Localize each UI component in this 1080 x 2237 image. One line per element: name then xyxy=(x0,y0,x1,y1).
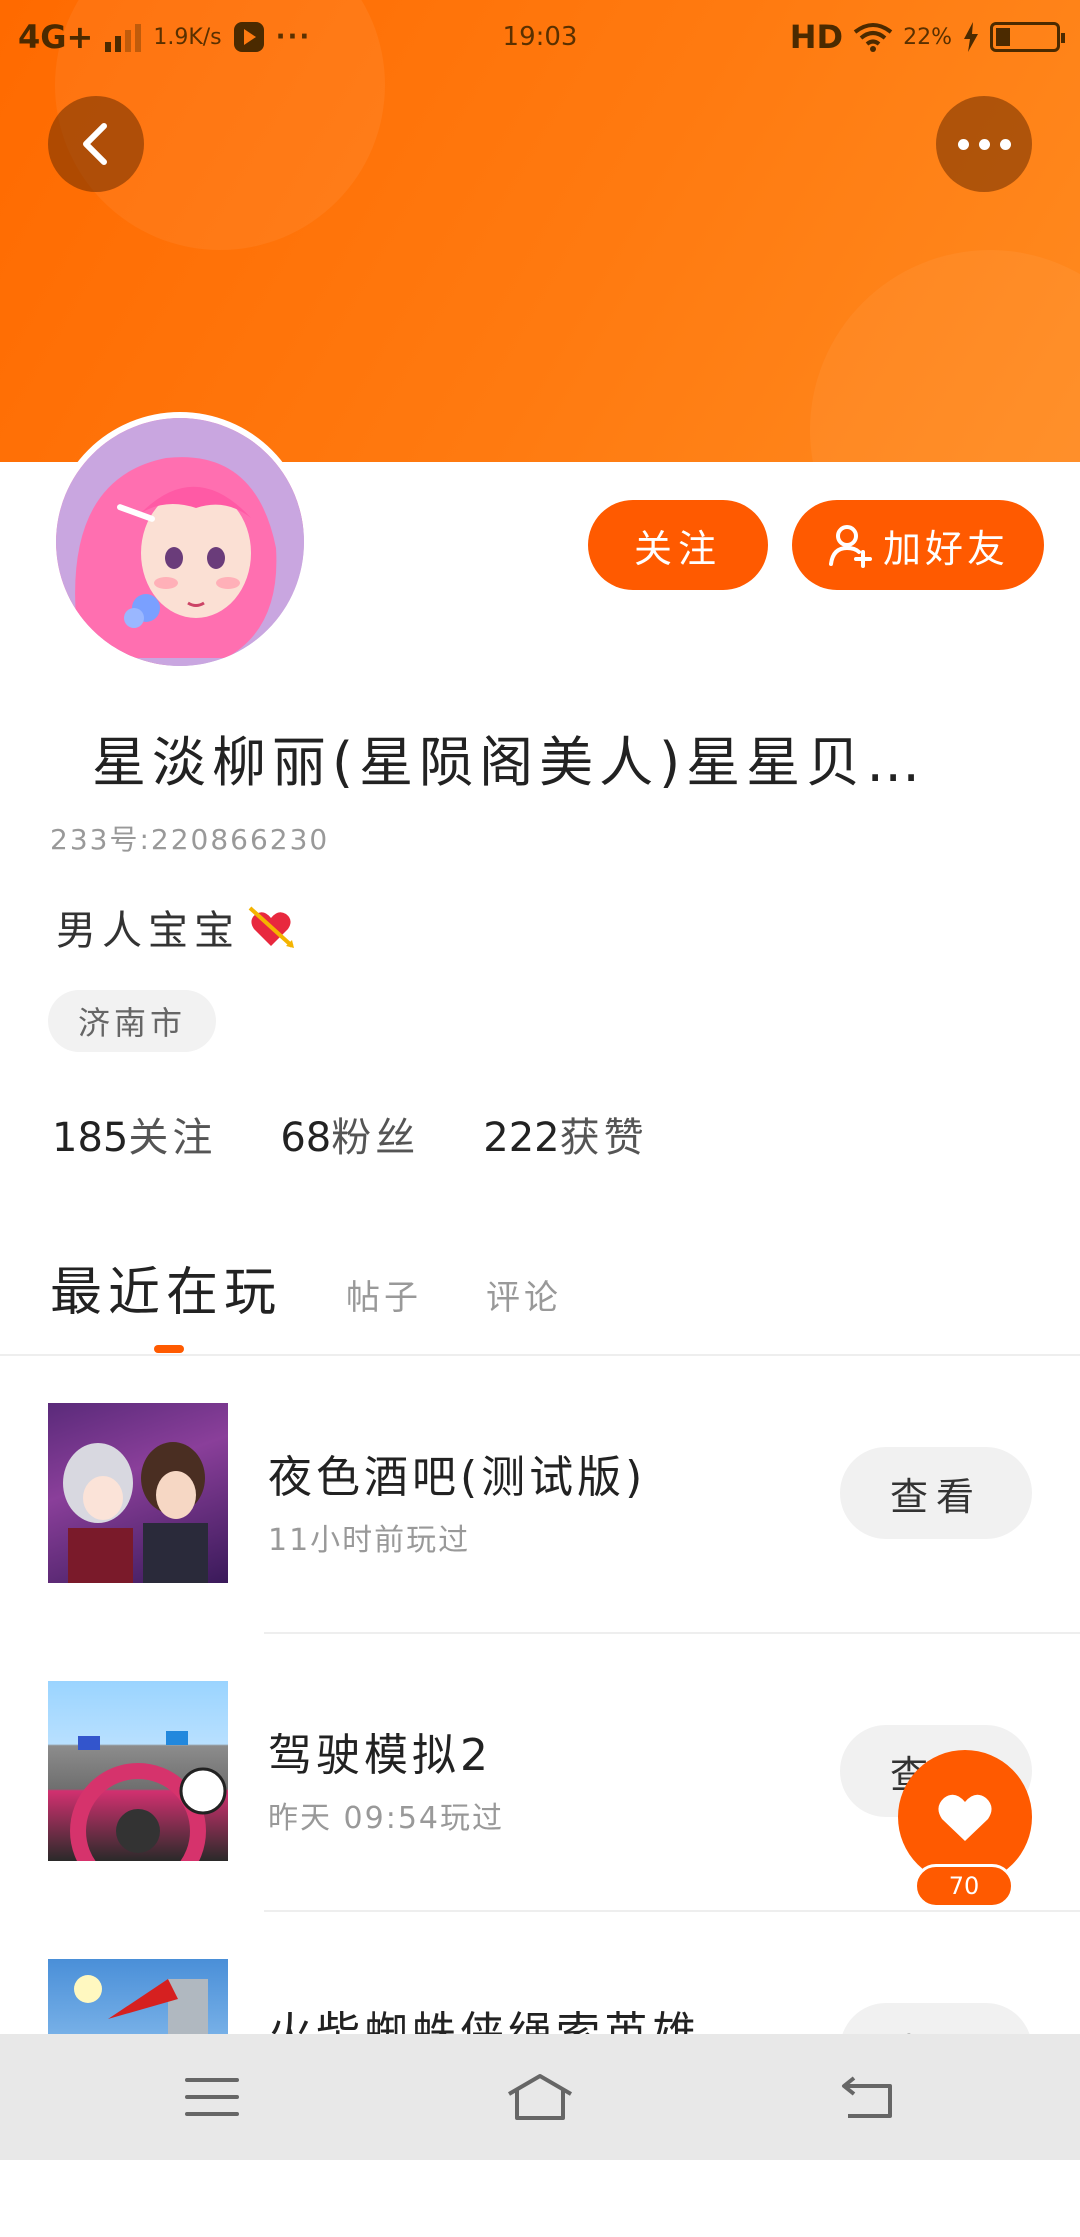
more-dots-icon xyxy=(957,138,1011,150)
stat-label: 粉丝 xyxy=(331,1115,420,1161)
active-tab-indicator xyxy=(154,1345,184,1353)
battery-percent: 22% xyxy=(903,24,952,50)
add-friend-button[interactable]: 加好友 xyxy=(792,500,1044,590)
game-thumbnail-art xyxy=(70,1731,227,1861)
stat-label: 获赞 xyxy=(559,1115,648,1161)
system-navigation-bar xyxy=(0,2034,1080,2160)
profile-bio: 男人宝宝 xyxy=(56,898,296,956)
tab-comments[interactable]: 评论 xyxy=(486,1270,562,1325)
game-title: 驾驶模拟2 xyxy=(268,1730,492,1781)
add-friend-label: 加好友 xyxy=(882,526,1009,571)
game-thumbnail xyxy=(48,1681,228,1861)
avatar-illustration xyxy=(56,418,304,666)
follow-button[interactable]: 关注 xyxy=(588,500,768,590)
system-back-button[interactable] xyxy=(828,2064,908,2130)
game-thumbnail-art xyxy=(63,1442,208,1583)
stat-number: 222 xyxy=(483,1115,560,1161)
view-game-button[interactable]: 查看 xyxy=(840,1447,1032,1539)
home-icon xyxy=(507,2074,573,2120)
avatar[interactable] xyxy=(50,412,310,672)
game-last-played: 昨天 09:54玩过 xyxy=(268,1801,504,1836)
charging-icon xyxy=(964,22,978,52)
profile-header-banner: 4G+ 1.9K/s ··· 19:03 HD 22% xyxy=(0,0,1080,462)
hd-indicator: HD xyxy=(789,18,844,56)
more-options-button[interactable] xyxy=(936,96,1032,192)
bio-text: 男人宝宝 xyxy=(56,908,240,954)
stat-likes[interactable]: 222获赞 xyxy=(483,1105,647,1163)
recent-apps-button[interactable] xyxy=(172,2064,252,2130)
stat-number: 68 xyxy=(280,1115,332,1161)
list-divider xyxy=(264,1910,1080,1912)
game-title: 夜色酒吧(测试版) xyxy=(268,1452,647,1503)
banner-decoration xyxy=(810,250,1080,462)
stat-label: 关注 xyxy=(128,1115,217,1161)
location-chip: 济南市 xyxy=(48,990,217,1052)
list-divider xyxy=(264,1632,1080,1634)
avatar-image xyxy=(56,418,304,666)
game-thumbnail xyxy=(48,1403,228,1583)
menu-icon xyxy=(185,2078,239,2116)
wifi-icon xyxy=(853,23,893,52)
user-id: 233号:220866230 xyxy=(50,823,330,856)
stat-followers[interactable]: 68粉丝 xyxy=(280,1105,419,1163)
profile-tabs: 最近在玩 帖子 评论 xyxy=(50,1250,562,1325)
heart-with-arrow-icon xyxy=(248,906,294,948)
status-bar-right: HD 22% xyxy=(789,18,1065,56)
status-bar: 4G+ 1.9K/s ··· 19:03 HD 22% xyxy=(0,10,1080,70)
tab-recently-played[interactable]: 最近在玩 xyxy=(50,1250,282,1325)
profile-nickname: 星淡柳丽(星陨阁美人)星星贝… xyxy=(92,731,927,794)
chevron-left-icon xyxy=(83,123,107,165)
profile-stats: 185关注 68粉丝 222获赞 xyxy=(52,1105,648,1163)
battery-icon xyxy=(990,22,1065,52)
stat-number: 185 xyxy=(52,1115,129,1161)
back-arrow-icon xyxy=(842,2076,892,2118)
tab-posts[interactable]: 帖子 xyxy=(346,1270,422,1325)
home-button[interactable] xyxy=(500,2064,580,2130)
heart-icon xyxy=(938,1794,992,1841)
add-user-icon xyxy=(828,525,872,568)
like-count-badge: 70 xyxy=(914,1864,1014,1908)
stat-following[interactable]: 185关注 xyxy=(52,1105,216,1163)
back-button[interactable] xyxy=(48,96,144,192)
tab-divider xyxy=(0,1354,1080,1356)
list-item[interactable]: 夜色酒吧(测试版) 11小时前玩过 查看 xyxy=(0,1403,1080,1681)
game-last-played: 11小时前玩过 xyxy=(268,1523,471,1558)
